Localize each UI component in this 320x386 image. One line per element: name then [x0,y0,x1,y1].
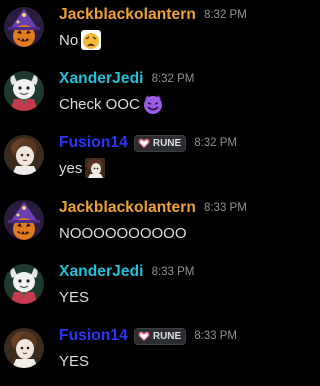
message-item[interactable]: XanderJedi 8:32 PM Check OOC [0,69,291,129]
timestamp: 8:32 PM [151,73,195,85]
goat-character-avatar-icon [4,71,44,111]
badge-label: RUNE [152,137,182,149]
avatar-fusion14[interactable] [4,328,44,368]
message-item[interactable]: Fusion14 RUNE 8:33 PM YES [0,326,291,386]
message-content: YES [59,286,89,308]
username[interactable]: Fusion14 [59,327,128,345]
message-header: XanderJedi 8:33 PM [59,262,194,282]
smiling-imp-emoji[interactable] [142,93,164,115]
message-content: Check OOC [59,93,164,115]
avatar-xanderjedi[interactable] [4,264,44,304]
message-content: No [59,29,102,51]
avatar-jackblackolantern[interactable] [4,7,44,47]
username[interactable]: Fusion14 [59,134,128,152]
rune-badge[interactable]: RUNE [133,327,187,345]
message-text: NOOOOOOOOOO [59,224,187,242]
message-content: yes [59,157,106,179]
message-text: YES [59,288,90,306]
message-text: YES [59,352,90,370]
message-item[interactable]: Jackblackolantern 8:33 PM NOOOOOOOOOO [0,198,291,258]
message-header: Jackblackolantern 8:33 PM [59,198,247,218]
goat-character-avatar-icon [4,264,44,304]
message-header: XanderJedi 8:32 PM [59,69,194,89]
message-content: NOOOOOOOOOO [59,222,187,244]
message-header: Fusion14 RUNE 8:32 PM [59,133,237,153]
pumpkin-wizard-avatar-icon [4,200,44,240]
username[interactable]: XanderJedi [59,263,144,281]
message-text: No [59,31,79,49]
pumpkin-wizard-avatar-icon [4,7,44,47]
message-item[interactable]: Fusion14 RUNE 8:32 PM yes [0,133,291,193]
character-portrait-avatar-icon [4,135,44,175]
username[interactable]: XanderJedi [59,70,144,88]
rune-badge[interactable]: RUNE [133,134,187,152]
avatar-fusion14[interactable] [4,135,44,175]
message-header: Jackblackolantern 8:32 PM [59,5,247,25]
username[interactable]: Jackblackolantern [59,199,196,217]
message-item[interactable]: Jackblackolantern 8:32 PM No [0,5,291,65]
message-item[interactable]: XanderJedi 8:33 PM YES [0,262,291,322]
heart-icon [138,138,150,148]
message-header: Fusion14 RUNE 8:33 PM [59,326,237,346]
badge-label: RUNE [152,330,182,342]
weary-face-emoji[interactable] [80,29,102,51]
message-content: YES [59,350,89,372]
timestamp: 8:32 PM [203,9,247,21]
character-portrait-avatar-icon [4,328,44,368]
timestamp: 8:33 PM [194,330,238,342]
username[interactable]: Jackblackolantern [59,6,196,24]
message-text: Check OOC [59,95,140,113]
timestamp: 8:33 PM [151,266,195,278]
timestamp: 8:33 PM [203,202,247,214]
timestamp: 8:32 PM [194,137,238,149]
chat-message-list: Jackblackolantern 8:32 PM No XanderJedi … [0,0,291,382]
message-text: yes [59,159,83,177]
avatar-xanderjedi[interactable] [4,71,44,111]
heart-icon [138,331,150,341]
avatar-jackblackolantern[interactable] [4,200,44,240]
custom-character-emoji[interactable] [84,157,106,179]
